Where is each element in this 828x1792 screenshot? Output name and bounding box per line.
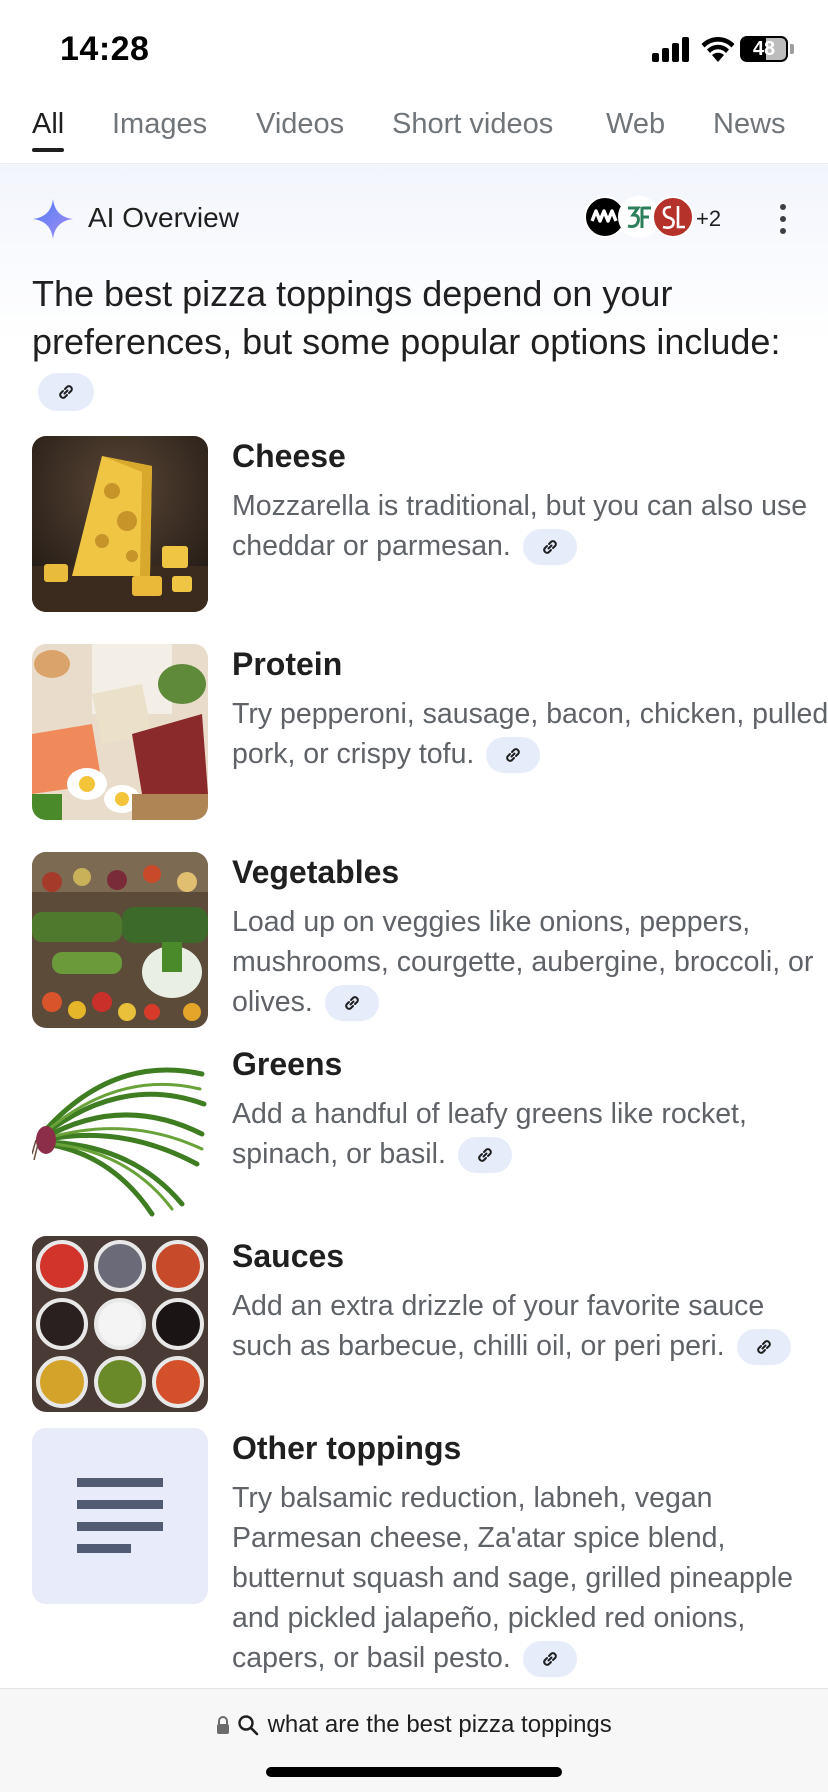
greens-thumbnail[interactable]: [32, 1044, 208, 1220]
cheese-thumbnail[interactable]: [32, 436, 208, 612]
tab-images[interactable]: Images: [112, 104, 207, 154]
link-icon: [344, 996, 359, 1011]
link-icon: [756, 1340, 771, 1355]
ai-overview-header: AI Overview +2: [0, 180, 828, 256]
battery-icon: 48: [740, 36, 788, 62]
tab-news[interactable]: News: [713, 104, 786, 154]
search-icon: [238, 1715, 259, 1736]
item-title: Vegetables: [232, 854, 400, 890]
list-item: Other toppings Try balsamic reduction, l…: [32, 1428, 802, 1688]
source-logo-icon: [627, 206, 651, 228]
tab-short-videos[interactable]: Short videos: [392, 104, 553, 154]
citation-link-button[interactable]: [736, 1329, 791, 1366]
list-item: Greens Add a handful of leafy greens lik…: [32, 1044, 802, 1224]
item-description: Load up on veggies like onions, peppers,…: [232, 902, 828, 1022]
list-item: Protein Try pepperoni, sausage, bacon, c…: [32, 644, 828, 824]
link-icon: [542, 540, 557, 555]
tab-all[interactable]: All: [32, 104, 65, 154]
sauces-thumbnail[interactable]: [32, 1236, 208, 1412]
more-vert-icon[interactable]: [776, 202, 790, 236]
item-description: Add a handful of leafy greens like rocke…: [232, 1094, 828, 1174]
item-description-text: Add an extra drizzle of your favorite sa…: [232, 1290, 765, 1362]
item-description: Try pepperoni, sausage, bacon, chicken, …: [232, 694, 828, 774]
lock-icon: [217, 1716, 230, 1734]
item-description: Try balsamic reduction, labneh, vegan Pa…: [232, 1478, 828, 1678]
search-tabs: All Images Videos Short videos Web News: [0, 100, 828, 164]
wifi-icon: [701, 37, 735, 62]
source-logo-icon: [662, 205, 685, 229]
ai-overview-title: AI Overview: [88, 202, 239, 233]
battery-tip: [790, 44, 794, 54]
link-icon: [542, 1652, 557, 1667]
sparkle-icon: [33, 199, 73, 239]
tab-web[interactable]: Web: [606, 104, 665, 154]
list-item: Cheese Mozzarella is traditional, but yo…: [32, 436, 807, 616]
home-indicator: [266, 1767, 562, 1777]
sources-more-count[interactable]: +2: [696, 206, 721, 232]
cellular-signal-icon: [652, 36, 692, 62]
item-title: Cheese: [232, 438, 346, 474]
link-icon: [59, 385, 73, 400]
citation-link-button[interactable]: [522, 1641, 577, 1678]
tab-videos[interactable]: Videos: [256, 104, 344, 154]
item-title: Sauces: [232, 1238, 345, 1274]
overview-intro-text: The best pizza toppings depend on your p…: [32, 273, 781, 362]
address-bar-row[interactable]: what are the best pizza toppings: [0, 1711, 828, 1739]
list-item: Sauces Add an extra drizzle of your favo…: [32, 1236, 802, 1416]
list-item: Vegetables Load up on veggies like onion…: [32, 852, 813, 1032]
item-title: Protein: [232, 646, 343, 682]
document-icon: [77, 1478, 163, 1553]
citation-link-button[interactable]: [324, 985, 379, 1022]
citation-link-button[interactable]: [38, 373, 94, 412]
status-time: 14:28: [60, 30, 150, 68]
item-description: Add an extra drizzle of your favorite sa…: [232, 1286, 792, 1366]
link-icon: [478, 1148, 492, 1163]
source-avatar[interactable]: [652, 196, 694, 238]
item-description: Mozzarella is traditional, but you can a…: [232, 486, 828, 566]
vegetables-thumbnail[interactable]: [32, 852, 208, 1028]
item-title: Greens: [232, 1046, 343, 1082]
item-description-text: Load up on veggies like onions, peppers,…: [232, 906, 814, 1018]
battery-level: 48: [752, 38, 776, 60]
address-bar-query[interactable]: what are the best pizza toppings: [268, 1711, 612, 1738]
protein-thumbnail[interactable]: [32, 644, 208, 820]
item-description-text: Try balsamic reduction, labneh, vegan Pa…: [232, 1482, 793, 1674]
item-title: Other toppings: [232, 1430, 462, 1466]
citation-link-button[interactable]: [522, 529, 577, 566]
source-logo-icon: [590, 209, 618, 223]
citation-link-button[interactable]: [457, 1137, 512, 1174]
citation-link-button[interactable]: [486, 737, 541, 774]
link-icon: [506, 748, 521, 763]
item-description-text: Mozzarella is traditional, but you can a…: [232, 490, 808, 562]
address-bar[interactable]: what are the best pizza toppings: [0, 1688, 828, 1792]
status-bar: 14:28 48: [0, 0, 828, 100]
document-thumbnail[interactable]: [32, 1428, 208, 1604]
overview-intro: The best pizza toppings depend on your p…: [32, 270, 792, 414]
